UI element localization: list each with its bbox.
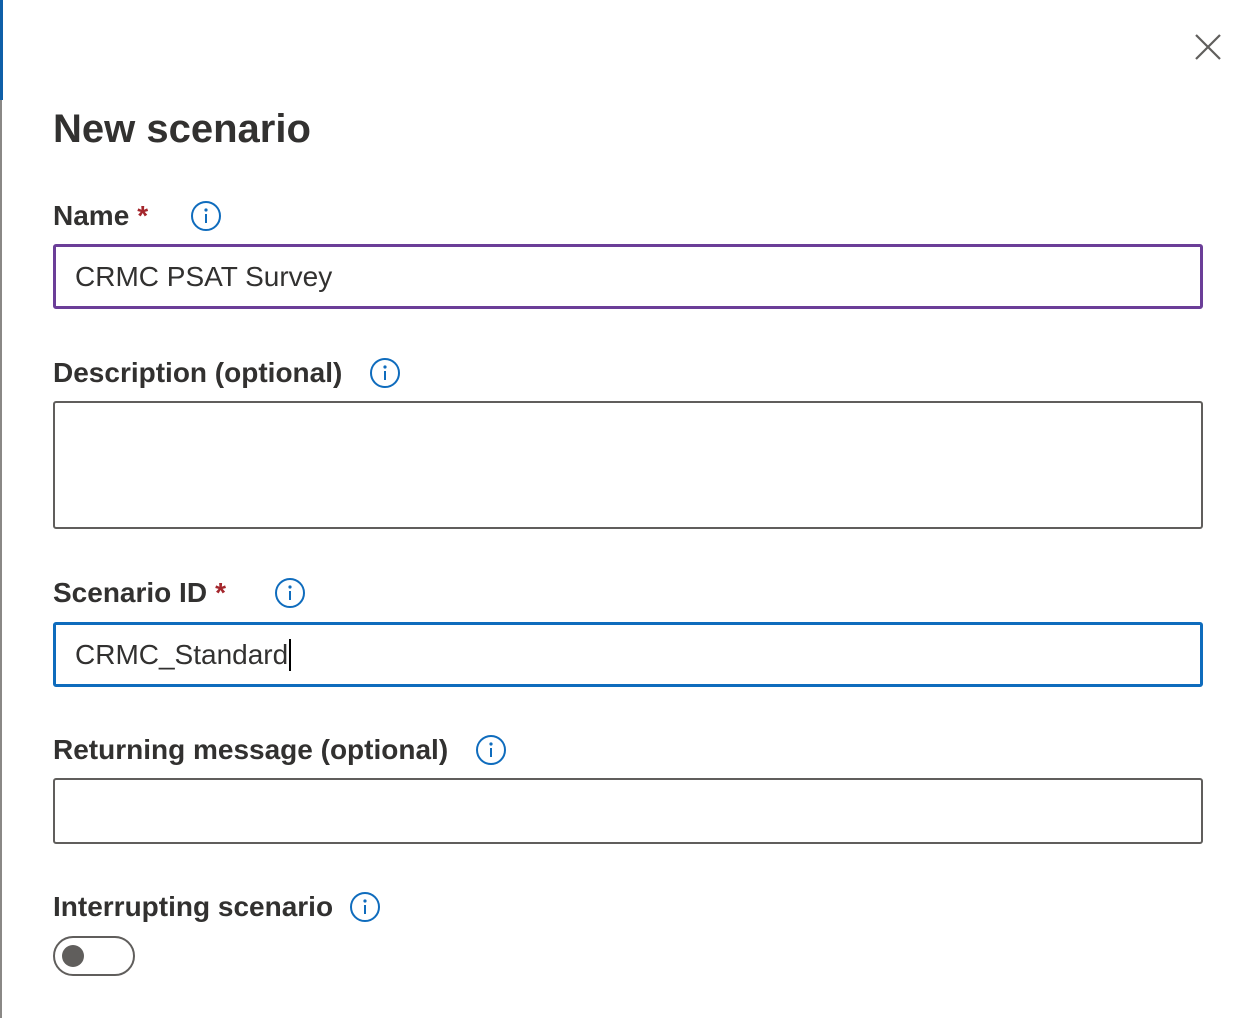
panel-left-border [0, 0, 2, 1018]
name-input[interactable]: CRMC PSAT Survey [53, 244, 1203, 309]
text-caret [289, 638, 292, 671]
description-label: Description (optional) [53, 357, 343, 388]
scenario-id-input[interactable]: CRMC_Standard [53, 622, 1203, 687]
returning-message-label: Returning message (optional) [53, 734, 449, 765]
scenario-id-info-icon[interactable] [274, 577, 306, 609]
name-required-mark: * [137, 200, 149, 231]
info-icon [191, 201, 222, 231]
new-scenario-panel: New scenario Name * CRMC PSAT Survey Des… [0, 0, 1252, 1018]
toggle-knob [62, 945, 84, 967]
name-label-row: Name * [53, 196, 222, 236]
info-icon [350, 892, 381, 922]
info-icon [476, 735, 507, 765]
scenario-id-input-value: CRMC_Standard [75, 638, 289, 670]
info-icon [274, 578, 305, 608]
returning-message-input[interactable] [53, 778, 1203, 844]
panel-title: New scenario [53, 107, 311, 151]
description-info-icon[interactable] [369, 357, 401, 389]
interrupting-label-row: Interrupting scenario [53, 887, 381, 927]
close-icon [1195, 34, 1221, 60]
name-input-value: CRMC PSAT Survey [75, 260, 333, 292]
scenario-id-label-row: Scenario ID * [53, 573, 306, 613]
name-label: Name [53, 200, 130, 231]
description-label-row: Description (optional) [53, 353, 401, 393]
interrupting-toggle[interactable] [53, 936, 135, 976]
returning-message-info-icon[interactable] [475, 734, 507, 766]
description-textarea[interactable] [53, 401, 1203, 529]
returning-message-label-row: Returning message (optional) [53, 730, 507, 770]
name-info-icon[interactable] [190, 200, 222, 232]
close-button[interactable] [1184, 26, 1232, 68]
interrupting-label: Interrupting scenario [53, 891, 334, 922]
scenario-id-required-mark: * [215, 577, 226, 608]
scenario-id-label: Scenario ID [53, 577, 208, 608]
info-icon [370, 358, 401, 388]
interrupting-info-icon[interactable] [349, 891, 381, 923]
panel-left-accent [0, 0, 3, 100]
